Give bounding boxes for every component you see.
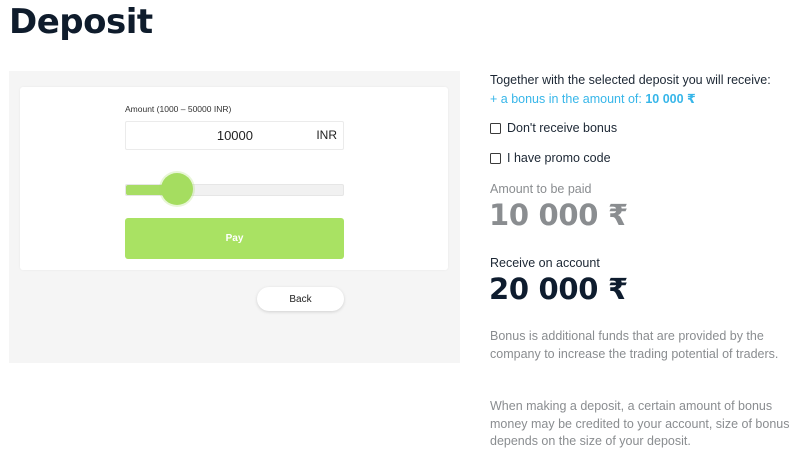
promo-code-label[interactable]: I have promo code — [507, 151, 611, 165]
bonus-info-text: Bonus is additional funds that are provi… — [490, 329, 779, 361]
amount-paid-label: Amount to be paid — [490, 182, 592, 196]
promo-code-checkbox[interactable] — [490, 152, 501, 164]
no-bonus-checkbox-row[interactable]: Don't receive bonus — [490, 120, 617, 136]
amount-label: Amount (1000 – 50000 INR) — [125, 104, 232, 114]
amount-paid-value: 10 000 ₹ — [489, 198, 628, 232]
receive-on-account-value: 20 000 ₹ — [489, 272, 628, 306]
no-bonus-checkbox[interactable] — [490, 122, 501, 134]
amount-slider-track[interactable] — [125, 184, 344, 196]
deposit-bonus-info-text: When making a deposit, a certain amount … — [490, 399, 790, 448]
promo-code-checkbox-row[interactable]: I have promo code — [490, 150, 611, 166]
receive-description: Together with the selected deposit you w… — [490, 73, 771, 87]
pay-button[interactable]: Pay — [125, 218, 344, 259]
bonus-line: + a bonus in the amount of: 10 000 ₹ — [490, 91, 696, 106]
bonus-prefix: + a bonus in the amount of: — [490, 92, 642, 106]
back-button[interactable]: Back — [257, 287, 344, 311]
amount-slider-thumb[interactable] — [161, 173, 193, 205]
amount-input[interactable]: 10000 INR — [125, 121, 344, 150]
amount-value[interactable]: 10000 — [217, 128, 253, 143]
receive-on-account-label: Receive on account — [490, 256, 600, 270]
bonus-amount: 10 000 ₹ — [645, 92, 696, 106]
no-bonus-label[interactable]: Don't receive bonus — [507, 121, 617, 135]
amount-currency: INR — [316, 128, 337, 142]
page-title: Deposit — [9, 2, 153, 42]
